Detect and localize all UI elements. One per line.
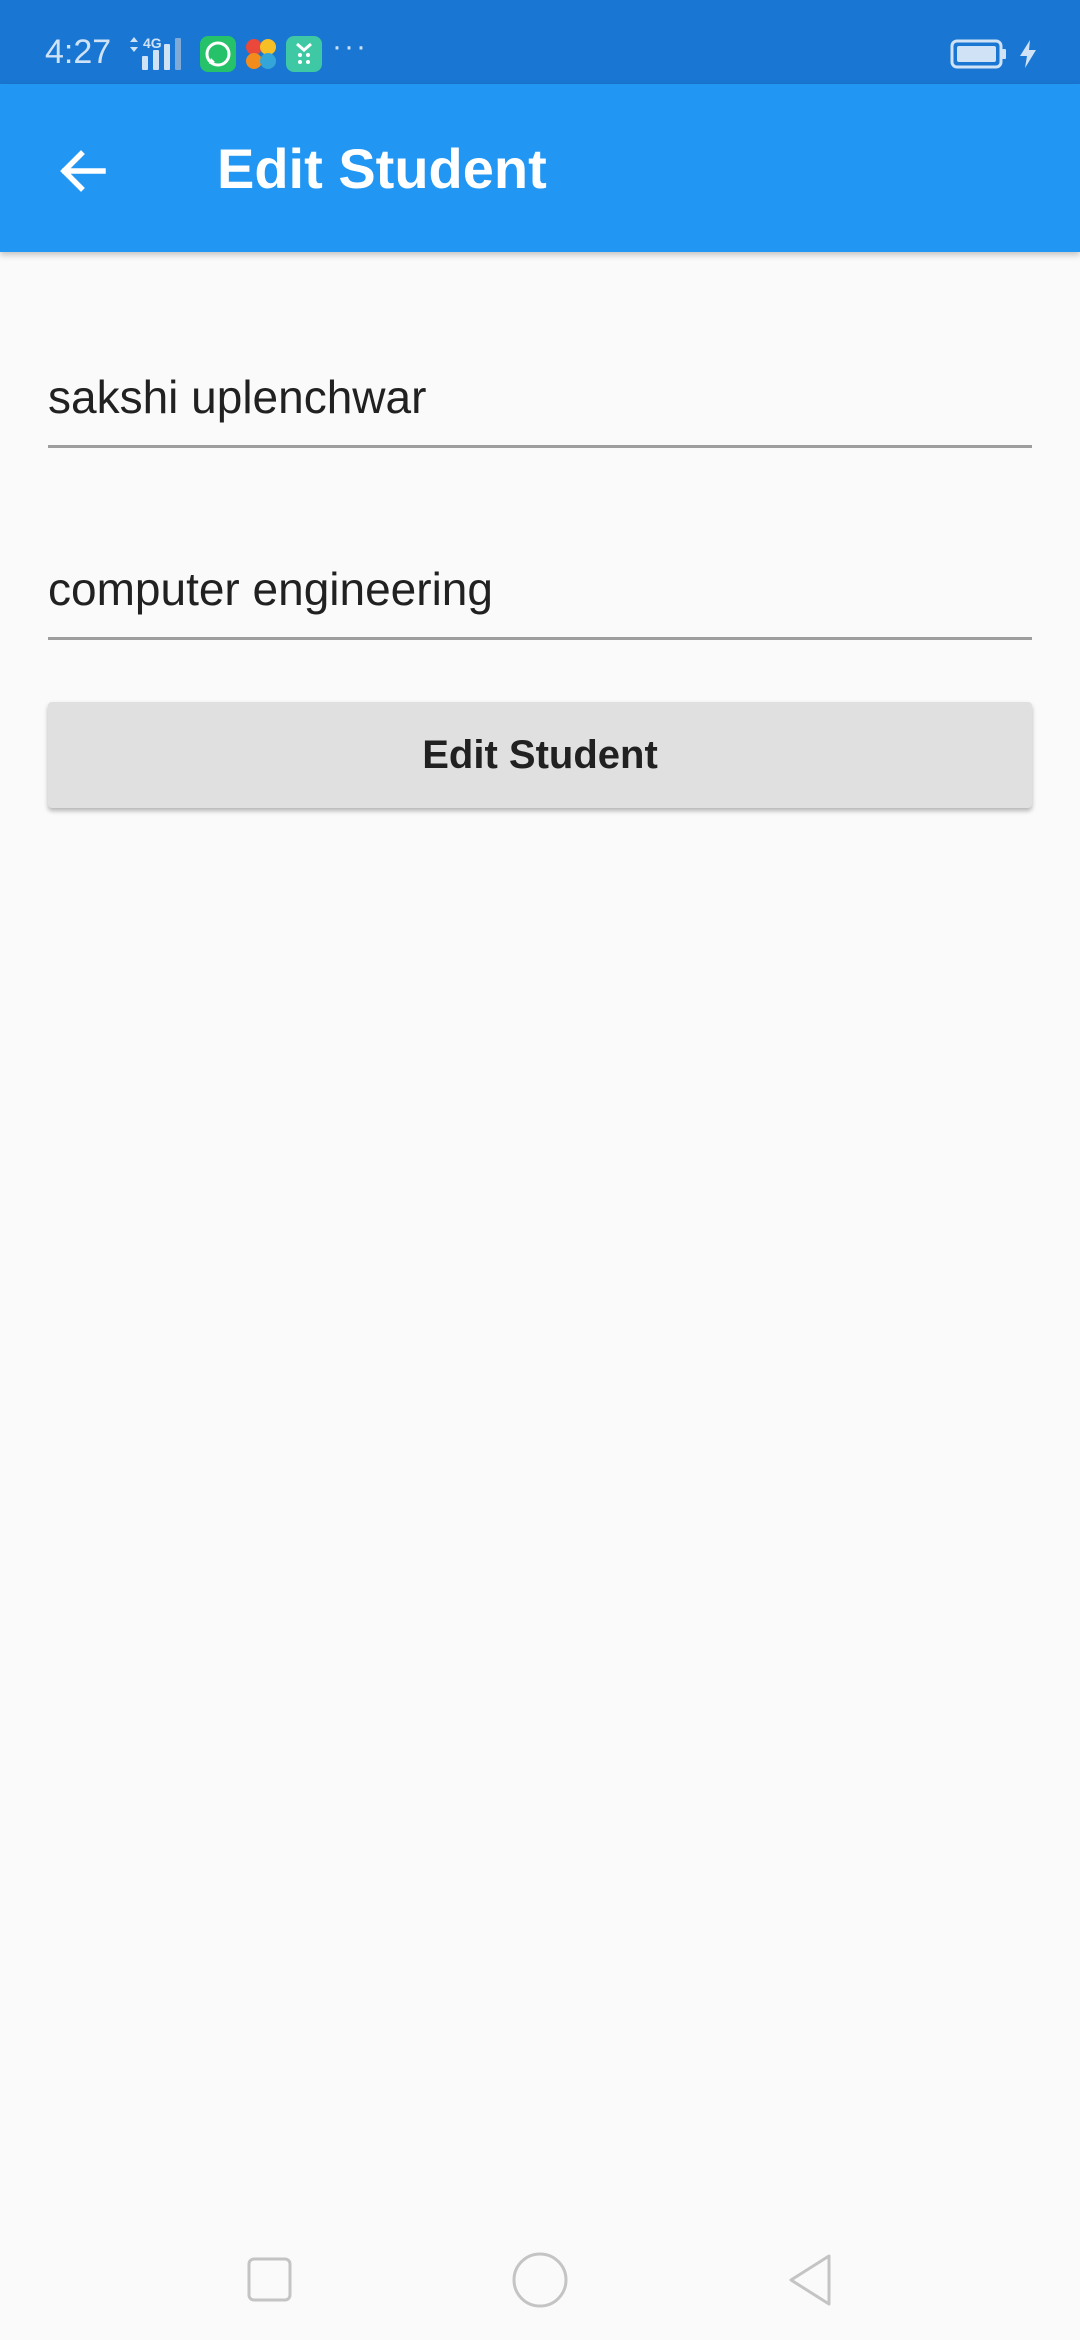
system-back-button[interactable] xyxy=(750,2220,870,2340)
signal-icon: 4G xyxy=(130,35,181,70)
page-title: Edit Student xyxy=(217,137,547,200)
back-button[interactable] xyxy=(40,128,126,214)
status-time: 4:27 xyxy=(45,33,112,71)
calendar-icon xyxy=(286,36,322,72)
app-bar: Edit Student xyxy=(0,84,1080,252)
status-bar: 4:27 4G ··· xyxy=(0,0,1080,84)
name-field-container xyxy=(48,325,1032,448)
recents-icon xyxy=(247,2257,292,2302)
whatsapp-icon xyxy=(200,36,236,72)
battery-icon xyxy=(950,39,1006,69)
recents-button[interactable] xyxy=(210,2220,330,2340)
back-triangle-icon xyxy=(789,2254,831,2306)
student-name-input[interactable] xyxy=(48,367,1032,427)
home-icon xyxy=(512,2252,568,2308)
more-notifications-icon: ··· xyxy=(332,30,368,63)
department-field-container xyxy=(48,517,1032,640)
svg-text:4G: 4G xyxy=(143,35,162,51)
arrow-back-icon xyxy=(60,150,106,192)
department-input[interactable] xyxy=(48,559,1032,619)
home-button[interactable] xyxy=(480,2220,600,2340)
charging-icon xyxy=(1020,40,1036,68)
edit-student-button[interactable]: Edit Student xyxy=(48,702,1032,808)
system-nav-bar xyxy=(0,2220,1080,2340)
photos-icon xyxy=(243,36,279,72)
